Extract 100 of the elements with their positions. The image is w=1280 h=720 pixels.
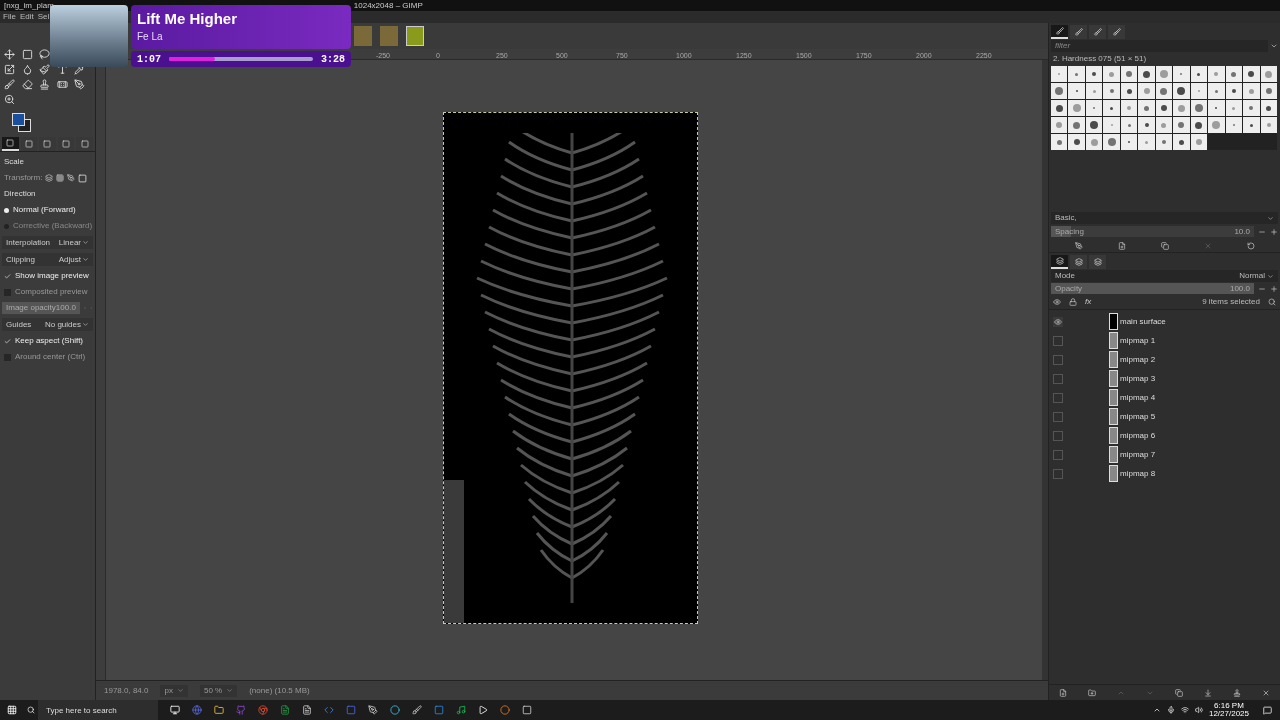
- cat-icon[interactable]: [236, 705, 246, 715]
- layer-name[interactable]: mipmap 5: [1120, 410, 1156, 423]
- image-thumbnail-tab[interactable]: [406, 26, 424, 46]
- globe-icon[interactable]: [192, 705, 202, 715]
- scale-icon[interactable]: [4, 64, 15, 75]
- duplicate-icon[interactable]: [1160, 241, 1169, 250]
- brushes-tab[interactable]: [1070, 24, 1087, 39]
- option-dropdown[interactable]: Interpolation Linear: [2, 236, 93, 249]
- mask-icon[interactable]: [1232, 688, 1241, 697]
- brushes-tab[interactable]: [1051, 24, 1068, 39]
- brush-icon[interactable]: [412, 705, 422, 715]
- merge-icon[interactable]: [1203, 688, 1212, 697]
- unit-dropdown[interactable]: px: [160, 684, 188, 697]
- zoom-dropdown[interactable]: 50 %: [199, 684, 238, 697]
- option-dropdown[interactable]: Clipping Adjust: [2, 253, 93, 266]
- new-group-icon[interactable]: [1088, 688, 1097, 697]
- eraser-icon[interactable]: [21, 79, 33, 90]
- window-icon[interactable]: [434, 705, 444, 715]
- menu-item[interactable]: File: [3, 13, 16, 21]
- refresh-icon[interactable]: [1246, 241, 1255, 250]
- preset-dropdown[interactable]: Basic,: [1051, 212, 1278, 224]
- chevron-icon[interactable]: [1152, 706, 1161, 714]
- delete-icon[interactable]: [1261, 688, 1270, 697]
- eye-icon[interactable]: [1053, 298, 1061, 306]
- visibility-toggle[interactable]: [1053, 468, 1063, 479]
- search-icon[interactable]: [1268, 298, 1276, 306]
- visibility-toggle[interactable]: [1053, 354, 1063, 365]
- pen-icon[interactable]: [368, 705, 378, 715]
- speaker-icon[interactable]: [1194, 706, 1203, 714]
- visibility-toggle[interactable]: [1053, 316, 1063, 327]
- lock-icon[interactable]: [1069, 298, 1077, 306]
- option-dropdown[interactable]: Guides No guides: [2, 318, 93, 331]
- filter-field[interactable]: filter: [1051, 40, 1268, 52]
- brush-icon[interactable]: [4, 79, 15, 90]
- duplicate-icon[interactable]: [1174, 688, 1183, 697]
- notification-icon[interactable]: [1263, 705, 1272, 715]
- layer-icon[interactable]: [45, 174, 54, 182]
- checkbox[interactable]: [4, 337, 11, 345]
- circle-icon[interactable]: [500, 705, 510, 715]
- visibility-toggle[interactable]: [1053, 373, 1063, 384]
- visibility-toggle[interactable]: [1053, 430, 1063, 441]
- layer-name[interactable]: mipmap 6: [1120, 429, 1156, 442]
- effects-button[interactable]: fx: [1085, 296, 1092, 308]
- play-icon[interactable]: [478, 705, 488, 715]
- tool-options-tab[interactable]: [2, 137, 19, 151]
- drop-icon[interactable]: [21, 64, 33, 75]
- visibility-toggle[interactable]: [1053, 449, 1063, 460]
- visibility-toggle[interactable]: [1053, 392, 1063, 403]
- task-view-icon[interactable]: [170, 705, 180, 715]
- radio-button[interactable]: [4, 223, 9, 229]
- layer-name[interactable]: mipmap 1: [1120, 334, 1156, 347]
- mode-dropdown[interactable]: Mode Normal: [1051, 270, 1278, 282]
- move-icon[interactable]: [4, 49, 15, 60]
- stamp-icon[interactable]: [39, 79, 51, 90]
- plus-icon[interactable]: [1270, 227, 1278, 236]
- document-icon[interactable]: [302, 705, 312, 715]
- code-icon[interactable]: [324, 705, 334, 715]
- chevron-icon[interactable]: [1270, 42, 1278, 50]
- new-icon[interactable]: [1117, 241, 1126, 250]
- layers-tab[interactable]: [1051, 254, 1068, 269]
- clock-date[interactable]: 12/27/2025: [1208, 710, 1249, 718]
- new-layer-icon[interactable]: [1059, 688, 1068, 697]
- brushes-tab[interactable]: [1108, 24, 1125, 39]
- sheet-icon[interactable]: [280, 705, 290, 715]
- windows-icon[interactable]: [7, 705, 17, 715]
- image-thumbnail-tab[interactable]: [354, 26, 372, 46]
- bandage-icon[interactable]: [56, 79, 68, 90]
- visibility-toggle[interactable]: [1053, 335, 1063, 346]
- visibility-toggle[interactable]: [1053, 411, 1063, 422]
- layer-name[interactable]: main surface: [1120, 315, 1166, 328]
- edit-icon[interactable]: [1074, 241, 1083, 250]
- circle-icon[interactable]: [390, 705, 400, 715]
- layer-name[interactable]: mipmap 4: [1120, 391, 1156, 404]
- layer-name[interactable]: mipmap 2: [1120, 353, 1156, 366]
- pen-icon[interactable]: [67, 174, 76, 182]
- menu-item[interactable]: Sel: [37, 13, 50, 21]
- layer-name[interactable]: mipmap 8: [1120, 467, 1156, 480]
- checkbox[interactable]: [4, 272, 11, 280]
- lasso-icon[interactable]: [39, 49, 51, 60]
- layer-name[interactable]: mipmap 7: [1120, 448, 1156, 461]
- brushes-tab[interactable]: [1089, 24, 1106, 39]
- network-icon[interactable]: [1180, 706, 1189, 714]
- paintbrush-icon[interactable]: [39, 64, 51, 75]
- clock-time[interactable]: 6:16 PM: [1214, 702, 1244, 710]
- music-icon[interactable]: [456, 705, 466, 715]
- menu-item[interactable]: Edit: [19, 13, 34, 21]
- browser-icon[interactable]: [258, 705, 268, 715]
- image-icon[interactable]: [78, 173, 88, 183]
- pipette-icon[interactable]: [74, 64, 86, 75]
- pen-icon[interactable]: [74, 79, 86, 90]
- rectangle-icon[interactable]: [21, 49, 33, 60]
- layer-name[interactable]: mipmap 3: [1120, 372, 1156, 385]
- color-swatches-icon[interactable]: [12, 113, 31, 132]
- search-box[interactable]: Type here to search: [38, 700, 158, 720]
- app-icon[interactable]: [346, 705, 356, 715]
- plus-icon[interactable]: [1270, 284, 1278, 293]
- image-thumbnail-tab[interactable]: [380, 26, 398, 46]
- zoom-icon[interactable]: [4, 94, 15, 105]
- radio-button[interactable]: [4, 207, 9, 213]
- spacing-slider[interactable]: Spacing 10.0: [1051, 226, 1254, 237]
